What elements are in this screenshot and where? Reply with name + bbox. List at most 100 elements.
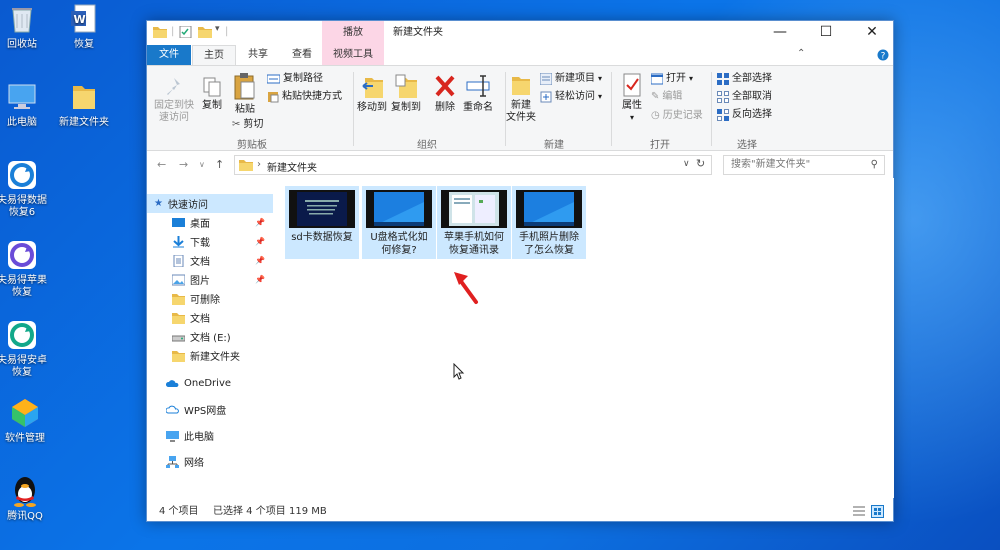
copy-path-button[interactable]: 复制路径 — [267, 73, 323, 85]
minimize-button[interactable]: — — [757, 21, 803, 45]
quick-access-divider: | — [171, 26, 175, 37]
file-item[interactable]: sd卡数据恢复 — [285, 186, 359, 259]
move-to-button[interactable]: 移动到 — [357, 72, 387, 114]
nav-label: 快速访问 — [167, 200, 208, 211]
file-item[interactable]: 手机照片删除 了怎么恢复 — [512, 186, 586, 259]
back-arrow-icon[interactable]: ← — [157, 158, 166, 171]
new-item-button[interactable]: 新建项目 ▾ — [540, 73, 602, 85]
nav-item-desktop[interactable]: 桌面 📌 — [147, 213, 273, 232]
select-all-button[interactable]: 全部选择 — [717, 73, 772, 85]
nav-item-docs-folder[interactable]: 文档 — [147, 308, 273, 327]
cut-button[interactable]: ✂ 剪切 — [232, 119, 263, 131]
pin-icon[interactable]: 📌 — [255, 275, 265, 284]
file-name-line1: 苹果手机如何 — [444, 232, 504, 243]
copy-to-icon — [395, 74, 417, 98]
tab-video-tools[interactable]: 视频工具 — [322, 45, 384, 65]
details-view-icon[interactable] — [853, 506, 865, 517]
recent-locations-icon[interactable]: ∨ — [199, 160, 205, 169]
paste-shortcut-button[interactable]: 粘贴快捷方式 — [267, 91, 342, 103]
up-arrow-icon[interactable]: ↑ — [215, 158, 224, 171]
tab-file[interactable]: 文件 — [147, 45, 191, 65]
new-folder-quick-icon[interactable] — [198, 26, 212, 38]
nav-item-new-folder[interactable]: 新建文件夹 — [147, 346, 273, 365]
desktop-icon-new-folder[interactable]: 新建文件夹 — [49, 80, 119, 129]
new-folder-button[interactable]: 新建 文件夹 — [505, 72, 537, 124]
folder-icon — [73, 86, 95, 109]
open-button[interactable]: 打开 ▾ — [651, 73, 693, 85]
tab-share[interactable]: 共享 — [236, 45, 280, 65]
paste-label: 粘贴 — [235, 104, 255, 115]
search-input[interactable]: 搜索"新建文件夹" ⚲ — [723, 155, 885, 175]
invert-selection-label: 反向选择 — [732, 109, 772, 120]
pin-icon[interactable]: 📌 — [255, 218, 265, 227]
breadcrumb[interactable]: 新建文件夹 — [267, 159, 317, 174]
edit-button[interactable]: ✎ 编辑 — [651, 91, 682, 103]
invert-selection-button[interactable]: 反向选择 — [717, 109, 772, 121]
nav-item-removable[interactable]: 可删除 — [147, 289, 273, 308]
paste-button[interactable]: 粘贴 — [229, 72, 261, 116]
copy-button[interactable]: 复制 — [197, 76, 227, 112]
close-button[interactable]: ✕ — [849, 21, 895, 45]
properties-button[interactable]: 属性 ▾ — [615, 72, 649, 124]
dropdown-arrow-icon: ▾ — [598, 74, 603, 83]
nav-item-this-pc[interactable]: 此电脑 — [147, 426, 273, 445]
nav-item-downloads[interactable]: 下载 📌 — [147, 232, 273, 251]
explorer-window: | ▾ | 播放 新建文件夹 — ☐ ✕ 文件 主页 共享 查看 视频工具 ⌃ … — [146, 20, 894, 522]
nav-label: 图片 — [190, 276, 210, 287]
file-name: 手机照片删除 了怎么恢复 — [512, 231, 586, 257]
file-item[interactable]: U盘格式化如 何修复? — [362, 186, 436, 259]
desktop-icon-qq[interactable]: 腾讯QQ — [0, 474, 60, 523]
cloud-icon — [166, 379, 179, 387]
help-icon[interactable]: ? — [877, 49, 889, 61]
nav-item-quick-access[interactable]: ★ 快速访问 — [147, 194, 273, 213]
dropdown-arrow-icon: ▾ — [629, 113, 634, 122]
breadcrumb-chevron-icon[interactable]: › — [257, 159, 261, 170]
edit-pencil-icon: ✎ — [651, 91, 660, 102]
delete-label: 删除 — [435, 102, 455, 113]
file-list[interactable]: sd卡数据恢复 U盘格式化如 何修复? 苹果手机如何 恢复通讯录 手机照片删除 了怎么… — [274, 178, 894, 498]
copy-to-button[interactable]: 复制到 — [391, 72, 421, 114]
nav-item-drive-e[interactable]: 文档 (E:) — [147, 327, 273, 346]
large-icons-view-icon[interactable] — [871, 505, 884, 518]
folder-icon — [172, 312, 185, 324]
file-name: U盘格式化如 何修复? — [362, 231, 436, 257]
desktop-icon-data-recovery[interactable]: 失易得数据 恢复6 — [0, 158, 57, 219]
pin-quick-access-button[interactable]: 固定到快 速访问 — [151, 76, 197, 124]
maximize-button[interactable]: ☐ — [803, 21, 849, 45]
nav-item-pictures[interactable]: 图片 📌 — [147, 270, 273, 289]
nav-item-network[interactable]: 网络 — [147, 452, 273, 471]
recycle-bin-icon — [12, 8, 32, 33]
select-none-button[interactable]: 全部取消 — [717, 91, 772, 103]
nav-item-documents[interactable]: 文档 📌 — [147, 251, 273, 270]
customize-quick-access-icon[interactable]: ▾ — [215, 24, 220, 34]
pin-icon[interactable]: 📌 — [255, 237, 265, 246]
nav-item-onedrive[interactable]: OneDrive — [147, 374, 273, 393]
desktop-icon — [172, 217, 185, 227]
desktop-icon-android-recovery[interactable]: 失易得安卓 恢复 — [0, 318, 57, 379]
easy-access-button[interactable]: 轻松访问 ▾ — [540, 91, 602, 103]
desktop-icon-apple-recovery[interactable]: 失易得苹果 恢复 — [0, 238, 57, 299]
delete-button[interactable]: 删除 — [430, 72, 460, 114]
collapse-ribbon-icon[interactable]: ⌃ — [797, 48, 805, 59]
file-item[interactable]: 苹果手机如何 恢复通讯录 — [437, 186, 511, 259]
properties-check-icon[interactable] — [179, 26, 193, 38]
search-placeholder: 搜索"新建文件夹" — [731, 159, 811, 170]
copy-path-icon — [267, 74, 280, 84]
desktop-icon-recover-doc[interactable]: W 恢复 — [49, 2, 119, 51]
address-dropdown-icon[interactable]: ∨ — [683, 159, 690, 169]
tab-home[interactable]: 主页 — [192, 45, 236, 65]
rename-button[interactable]: 重命名 — [461, 72, 495, 114]
pin-label-line1: 固定到快 — [154, 100, 194, 111]
title-bar[interactable]: | ▾ | 播放 新建文件夹 — ☐ ✕ — [147, 21, 893, 45]
tab-view[interactable]: 查看 — [280, 45, 324, 65]
refresh-icon[interactable]: ↻ — [696, 157, 705, 170]
new-item-icon — [540, 73, 552, 85]
desktop-icon-software-manager[interactable]: 软件管理 — [0, 396, 60, 445]
nav-item-wps-drive[interactable]: WPS网盘 — [147, 400, 273, 419]
address-bar[interactable]: › 新建文件夹 ∨ ↻ — [234, 155, 712, 175]
forward-arrow-icon[interactable]: → — [179, 158, 188, 171]
history-button[interactable]: ◷ 历史记录 — [651, 110, 703, 122]
svg-text:?: ? — [881, 52, 886, 62]
document-icon — [173, 254, 184, 267]
pin-icon[interactable]: 📌 — [255, 256, 265, 265]
